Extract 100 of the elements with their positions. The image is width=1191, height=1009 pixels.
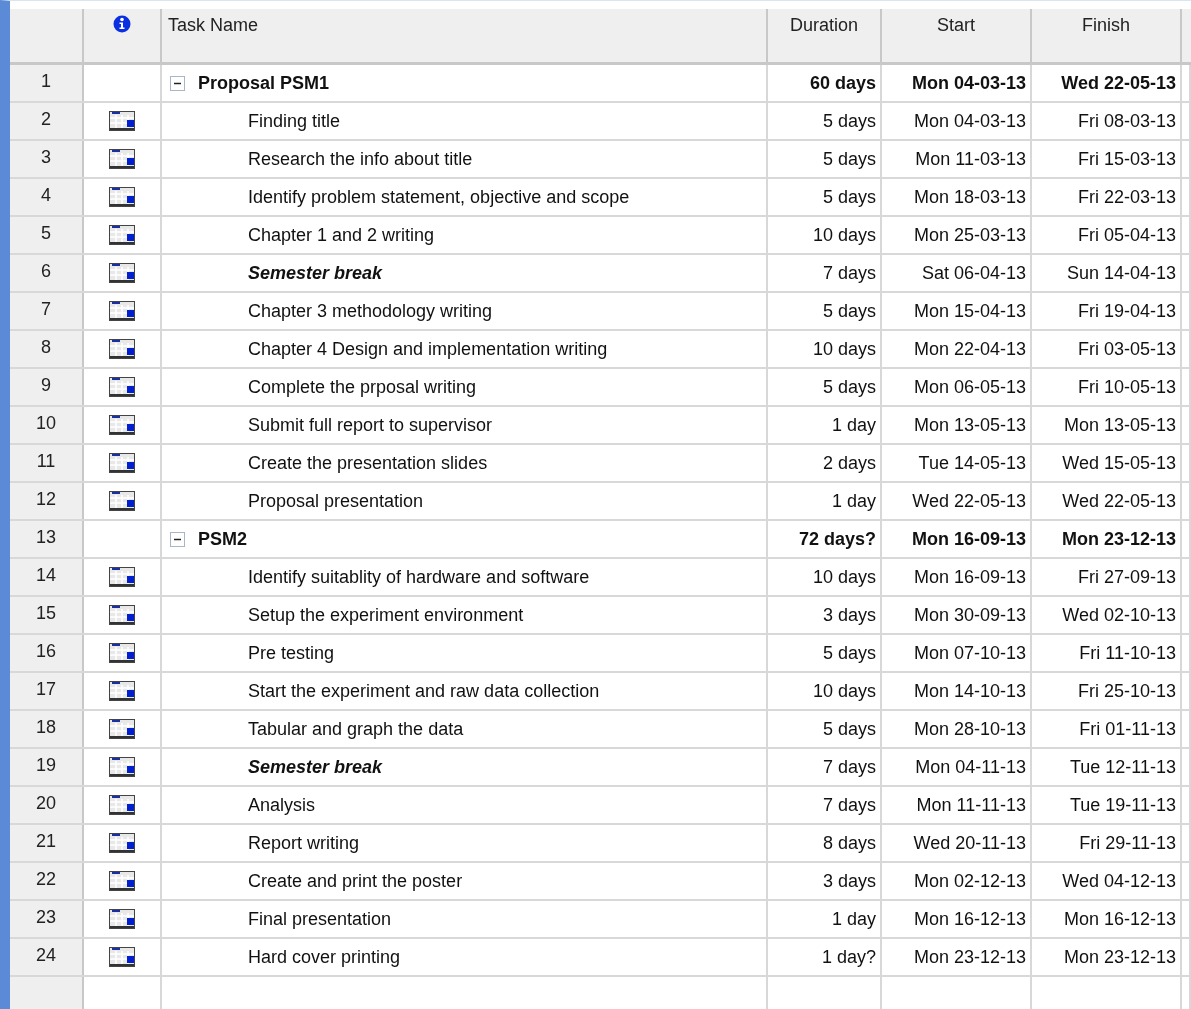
finish-cell: Fri 15-03-13 [1032, 141, 1182, 177]
row-number: 18 [10, 711, 84, 747]
task-name: Research the info about title [248, 148, 473, 170]
duration-cell: 8 days [768, 825, 882, 861]
finish-cell: Sun 14-04-13 [1032, 255, 1182, 291]
start-cell: Mon 30-09-13 [882, 597, 1032, 633]
duration-cell: 5 days [768, 293, 882, 329]
calendar-icon [109, 149, 135, 169]
calendar-icon [109, 909, 135, 929]
row-number: 11 [10, 445, 84, 481]
finish-cell: Mon 23-12-13 [1032, 521, 1182, 557]
finish-cell: Fri 19-04-13 [1032, 293, 1182, 329]
task-name: Create the presentation slides [248, 452, 488, 474]
finish-cell: Tue 19-11-13 [1032, 787, 1182, 823]
row-number: 12 [10, 483, 84, 519]
start-cell: Mon 04-03-13 [882, 65, 1032, 101]
duration-cell: 1 day [768, 407, 882, 443]
row-number: 3 [10, 141, 84, 177]
start-cell: Mon 14-10-13 [882, 673, 1032, 709]
column-header[interactable]: Duration [768, 9, 882, 62]
column-header[interactable]: Finish [1032, 9, 1182, 62]
start-cell: Mon 11-11-13 [882, 787, 1032, 823]
calendar-icon [109, 871, 135, 891]
task-name: Pre testing [248, 642, 335, 664]
start-cell: Mon 06-05-13 [882, 369, 1032, 405]
duration-cell: 10 days [768, 673, 882, 709]
calendar-icon [109, 491, 135, 511]
calendar-icon [109, 643, 135, 663]
task-name: Hard cover printing [248, 946, 401, 968]
duration-cell: 60 days [768, 65, 882, 101]
start-cell: Mon 18-03-13 [882, 179, 1032, 215]
calendar-icon [109, 263, 135, 283]
duration-cell: 5 days [768, 711, 882, 747]
duration-cell: 10 days [768, 217, 882, 253]
duration-cell: 5 days [768, 103, 882, 139]
row-number: 5 [10, 217, 84, 253]
duration-cell: 5 days [768, 369, 882, 405]
start-cell: Mon 16-09-13 [882, 521, 1032, 557]
row-number: 6 [10, 255, 84, 291]
start-cell: Mon 25-03-13 [882, 217, 1032, 253]
start-cell: Wed 22-05-13 [882, 483, 1032, 519]
row-number: 16 [10, 635, 84, 671]
duration-cell: 3 days [768, 863, 882, 899]
task-name: Semester break [248, 262, 383, 284]
collapse-toggle[interactable] [170, 75, 185, 91]
duration-cell: 5 days [768, 141, 882, 177]
duration-cell: 72 days? [768, 521, 882, 557]
calendar-icon [109, 415, 135, 435]
row-number: 20 [10, 787, 84, 823]
finish-cell: Wed 22-05-13 [1032, 65, 1182, 101]
column-header[interactable]: Start [882, 9, 1032, 62]
duration-cell: 1 day [768, 901, 882, 937]
task-name: Setup the experiment environment [248, 604, 524, 626]
row-number: 1 [10, 65, 84, 101]
start-cell: Mon 04-03-13 [882, 103, 1032, 139]
duration-cell: 2 days [768, 445, 882, 481]
finish-cell: Mon 23-12-13 [1032, 939, 1182, 975]
task-name: Chapter 1 and 2 writing [248, 224, 435, 246]
column-header[interactable]: Task Name [162, 9, 768, 62]
calendar-icon [109, 681, 135, 701]
duration-cell: 7 days [768, 255, 882, 291]
start-cell: Mon 16-12-13 [882, 901, 1032, 937]
calendar-icon [109, 453, 135, 473]
calendar-icon [109, 567, 135, 587]
row-number: 17 [10, 673, 84, 709]
row-number: 2 [10, 103, 84, 139]
collapse-toggle[interactable] [170, 531, 185, 547]
finish-cell: Wed 02-10-13 [1032, 597, 1182, 633]
finish-cell: Mon 16-12-13 [1032, 901, 1182, 937]
finish-cell: Fri 22-03-13 [1032, 179, 1182, 215]
start-cell: Mon 23-12-13 [882, 939, 1032, 975]
duration-cell: 10 days [768, 559, 882, 595]
finish-cell: Tue 12-11-13 [1032, 749, 1182, 785]
task-name: Start the experiment and raw data collection [248, 680, 600, 702]
finish-cell: Fri 29-11-13 [1032, 825, 1182, 861]
start-cell: Mon 11-03-13 [882, 141, 1032, 177]
finish-cell: Fri 27-09-13 [1032, 559, 1182, 595]
task-name: Finding title [248, 110, 341, 132]
task-name: Complete the prposal writing [248, 376, 477, 398]
start-cell: Mon 15-04-13 [882, 293, 1032, 329]
row-number: 9 [10, 369, 84, 405]
start-cell: Mon 07-10-13 [882, 635, 1032, 671]
calendar-icon [109, 947, 135, 967]
finish-cell: Fri 11-10-13 [1032, 635, 1182, 671]
task-name: Submit full report to supervisor [248, 414, 493, 436]
info-icon [113, 15, 131, 33]
duration-cell: 3 days [768, 597, 882, 633]
row-number: 24 [10, 939, 84, 975]
row-number: 21 [10, 825, 84, 861]
row-number: 10 [10, 407, 84, 443]
start-cell: Mon 28-10-13 [882, 711, 1032, 747]
start-cell: Mon 13-05-13 [882, 407, 1032, 443]
task-name: Tabular and graph the data [248, 718, 464, 740]
task-name: PSM2 [198, 528, 248, 550]
finish-cell: Wed 15-05-13 [1032, 445, 1182, 481]
task-name: Semester break [248, 756, 383, 778]
finish-cell: Wed 22-05-13 [1032, 483, 1182, 519]
duration-cell: 7 days [768, 749, 882, 785]
task-name: Chapter 4 Design and implementation writing [248, 338, 608, 360]
finish-cell: Fri 25-10-13 [1032, 673, 1182, 709]
